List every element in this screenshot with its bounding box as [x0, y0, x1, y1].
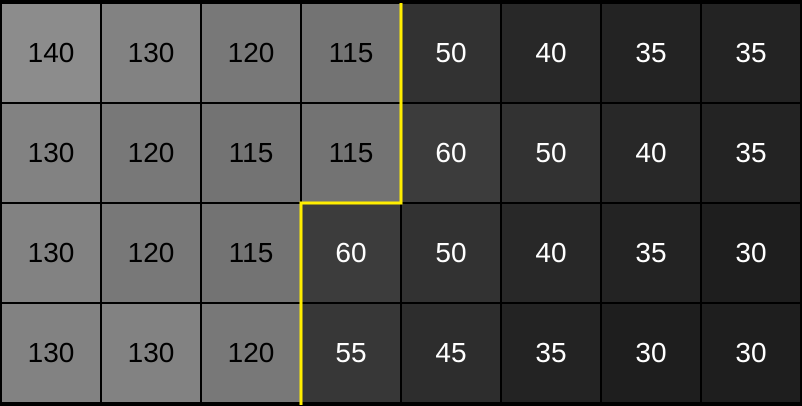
region-boundary-line: [299, 3, 403, 405]
pixel-intensity-grid: 140 130 120 115 50 40 35 35 130 120 115 115 60 50 40 35…: [0, 0, 802, 406]
